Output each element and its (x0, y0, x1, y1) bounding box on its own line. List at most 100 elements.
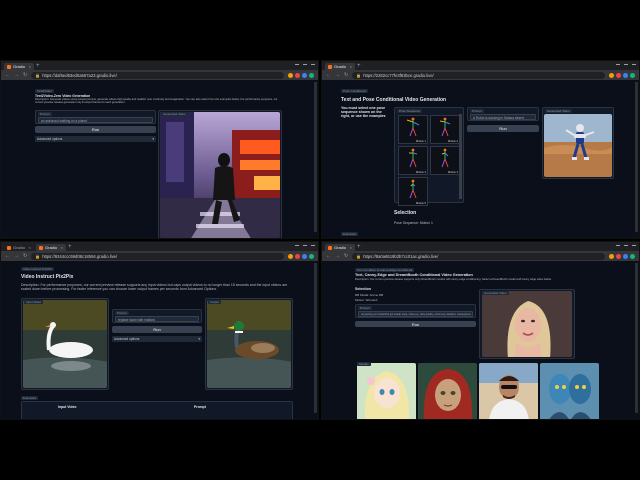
blonde-woman-image (482, 291, 572, 357)
new-tab-icon[interactable]: + (357, 244, 361, 250)
maximize-icon[interactable] (624, 63, 628, 68)
input-label: Input Video (24, 300, 44, 304)
gradio-favicon (7, 245, 11, 250)
close-tab-icon[interactable]: × (350, 64, 352, 69)
maximize-icon[interactable] (303, 244, 307, 249)
back-arrow-icon[interactable]: ← (5, 253, 10, 259)
motion-thumb[interactable]: Motion 3 (398, 146, 428, 175)
pose-skeleton-icon (409, 179, 417, 199)
close-window-icon[interactable] (311, 63, 315, 68)
forward-arrow-icon[interactable]: → (14, 72, 19, 78)
prompt-input[interactable]: replace swan with mallard (115, 316, 199, 322)
prompt-input[interactable]: an astronaut walking on a planet (38, 117, 153, 123)
prompt-input[interactable]: A Robot is dancing in Sahara desert (470, 114, 536, 120)
advanced-options-accordion[interactable]: Advanced options ▾ (35, 136, 156, 142)
generated-video-frame[interactable] (544, 114, 612, 177)
model-thumb-avatar[interactable] (540, 363, 599, 419)
model-thumb-arcane[interactable] (418, 363, 477, 419)
url-field[interactable]: 🔒 https://daf5ed63ed0a567a23.gradio.live/ (31, 71, 284, 79)
reload-icon[interactable]: ↻ (344, 72, 348, 78)
gradio-favicon (328, 64, 332, 69)
reload-icon[interactable]: ↻ (344, 253, 348, 259)
examples-accordion[interactable]: Examples (341, 232, 359, 236)
minimize-icon[interactable] (616, 244, 620, 249)
selection-value: Pose Sequence: Motion 1 (394, 221, 433, 225)
new-tab-icon[interactable]: + (68, 244, 72, 250)
extension-icons[interactable] (288, 72, 314, 78)
forward-arrow-icon[interactable]: → (335, 72, 340, 78)
extension-icons[interactable] (609, 72, 635, 78)
back-arrow-icon[interactable]: ← (326, 72, 331, 78)
model-thumb-gta[interactable] (479, 363, 538, 419)
run-button[interactable]: Run (35, 126, 156, 133)
tab-text2video[interactable]: Text2Video (35, 89, 54, 93)
extension-icons[interactable] (288, 253, 314, 259)
close-tab-icon[interactable]: × (350, 245, 352, 250)
gradio-page: Video Instruct Pix2Pix Video Instruct Pi… (1, 261, 318, 419)
back-arrow-icon[interactable]: ← (5, 72, 10, 78)
address-bar: ← → ↻ 🔒 https://8a0a6519b2b7cc01ac.gradio… (322, 251, 639, 261)
window-controls (616, 63, 639, 68)
close-window-icon[interactable] (632, 63, 636, 68)
scrollbar[interactable] (635, 82, 638, 232)
gallery-scrollbar[interactable] (459, 114, 462, 199)
close-tab-icon[interactable]: × (61, 245, 63, 250)
close-tab-icon[interactable]: × (29, 64, 31, 69)
motion-thumb[interactable]: Motion 5 (398, 177, 428, 206)
back-arrow-icon[interactable]: ← (326, 253, 331, 259)
scrollbar[interactable] (635, 263, 638, 413)
scrollbar[interactable] (314, 263, 317, 413)
prompt-label: Prompt (358, 306, 372, 310)
tab-pose-conditional[interactable]: Pose Conditional (341, 89, 368, 93)
minimize-icon[interactable] (295, 244, 299, 249)
examples-accordion[interactable]: Examples (21, 396, 39, 400)
generated-video-frame[interactable] (160, 112, 280, 238)
chevron-down-icon: ▾ (152, 137, 154, 141)
run-button[interactable]: Run (112, 326, 202, 333)
model-thumb-anime[interactable] (357, 363, 416, 419)
advanced-options-accordion[interactable]: Advanced options ▾ (112, 336, 202, 342)
motion-thumb[interactable]: Motion 2 (430, 115, 460, 144)
url-field[interactable]: 🔒 https://8a0a6519b2b7cc01ac.gradio.live/ (352, 252, 605, 260)
pose-skeleton-icon (439, 117, 451, 137)
motion-thumb[interactable]: Motion 4 (430, 146, 460, 175)
forward-arrow-icon[interactable]: → (14, 253, 19, 259)
maximize-icon[interactable] (624, 244, 628, 249)
close-tab-icon[interactable]: × (29, 245, 31, 250)
generated-video-frame[interactable] (482, 291, 572, 357)
url-field[interactable]: 🔒 https://2282cc77fe3f83bce.gradio.live/ (352, 71, 605, 79)
prompt-input[interactable]: oil painting of a beautiful girl avatar … (358, 311, 473, 317)
close-window-icon[interactable] (311, 244, 315, 249)
tab-video-instruct-pix2pix[interactable]: Video Instruct Pix2Pix (21, 267, 55, 271)
run-button[interactable]: Run (355, 321, 476, 327)
output-video-frame[interactable] (207, 300, 291, 388)
url-text: https://daf5ed63ed0a567a23.gradio.live/ (42, 72, 117, 78)
extension-icons[interactable] (609, 253, 635, 259)
maximize-icon[interactable] (303, 63, 307, 68)
gradio-favicon (328, 245, 332, 250)
scrollbar[interactable] (314, 82, 317, 232)
browser-window-1: Gradio × + ← → ↻ 🔒 https://daf5ed63ed0a567… (0, 60, 319, 239)
reload-icon[interactable]: ↻ (23, 253, 27, 259)
minimize-icon[interactable] (295, 63, 299, 68)
close-window-icon[interactable] (632, 244, 636, 249)
reload-icon[interactable]: ↻ (23, 72, 27, 78)
new-tab-icon[interactable]: + (357, 63, 361, 69)
gallery-label: Pose Sequence (397, 109, 423, 113)
prompt-panel: Prompt replace swan with mallard (112, 309, 202, 323)
minimize-icon[interactable] (616, 63, 620, 68)
tab-canny-edge-conditional[interactable]: Text Condition & Canny-Edge Conditional (355, 268, 415, 272)
new-tab-icon[interactable]: + (36, 63, 40, 69)
motion-thumb[interactable]: Motion 1 (398, 115, 428, 144)
input-video-frame[interactable] (23, 300, 107, 388)
run-button[interactable]: Run (467, 125, 539, 132)
browser-tab[interactable]: Gradio × (325, 63, 355, 70)
browser-tab[interactable]: Gradio × (4, 244, 34, 251)
browser-tab-active[interactable]: Gradio × (36, 244, 66, 251)
url-field[interactable]: 🔒 https://9244ccc59d08c18594.gradio.live/ (31, 252, 284, 260)
browser-tab[interactable]: Gradio × (4, 63, 34, 70)
forward-arrow-icon[interactable]: → (335, 253, 340, 259)
browser-tab[interactable]: Gradio × (325, 244, 355, 251)
tab-title: Gradio (334, 64, 347, 69)
tab-title: Gradio (334, 245, 347, 250)
